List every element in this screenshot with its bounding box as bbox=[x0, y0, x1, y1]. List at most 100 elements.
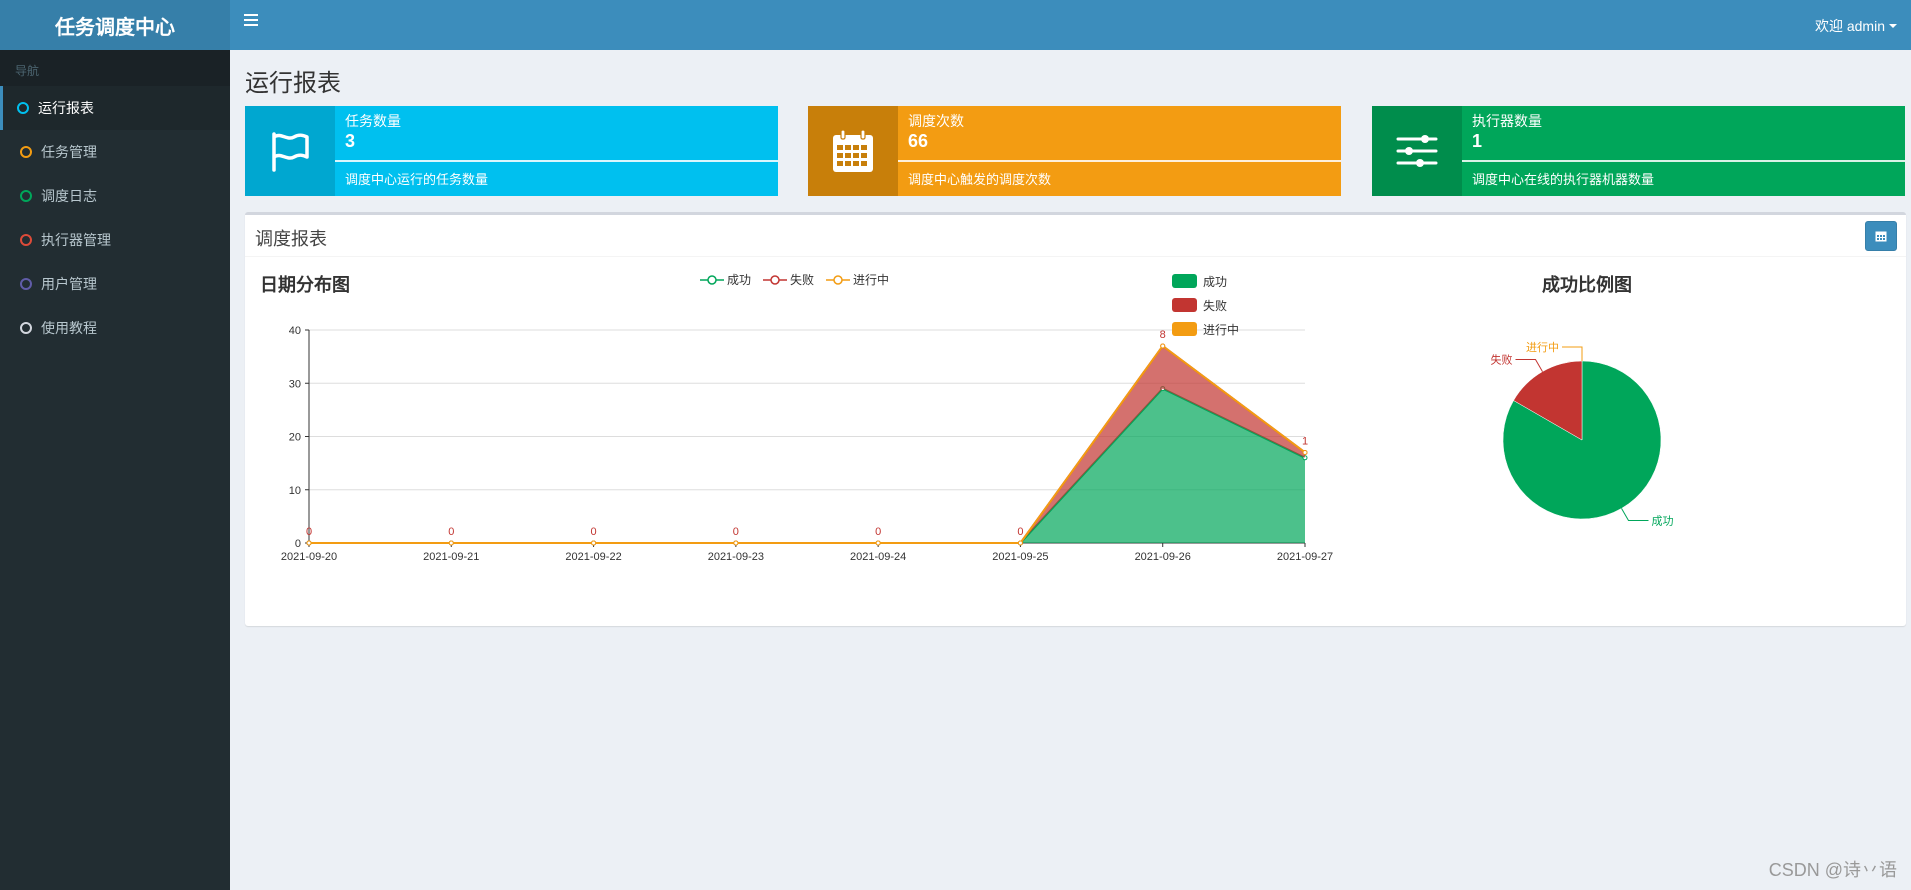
y-tick-label: 0 bbox=[295, 538, 301, 550]
circle-icon bbox=[20, 190, 32, 202]
data-label: 0 bbox=[306, 526, 312, 538]
calendar-icon bbox=[833, 129, 873, 172]
watermark: CSDN @诗丷语 bbox=[1768, 860, 1897, 880]
legend-item[interactable]: 进行中 bbox=[1172, 317, 1239, 341]
pie-chart-title: 成功比例图 bbox=[1542, 275, 1632, 295]
legend-item[interactable]: 成功 bbox=[1172, 269, 1239, 293]
legend-label: 失败 bbox=[1203, 298, 1228, 313]
data-label: 0 bbox=[733, 526, 739, 538]
pie-chart: 成功 失败进行中 bbox=[1491, 341, 1674, 528]
data-point bbox=[1160, 343, 1166, 349]
date-filter-button[interactable] bbox=[1865, 221, 1897, 251]
x-tick-label: 2021-09-27 bbox=[1277, 551, 1333, 563]
stat-value: 66 bbox=[908, 131, 929, 151]
legend-swatch bbox=[1172, 298, 1197, 312]
data-point bbox=[733, 540, 739, 546]
stat-label: 任务数量 bbox=[345, 113, 401, 129]
pie-chart-legend: 成功 失败 进行中 bbox=[1172, 269, 1239, 341]
stat-divider bbox=[335, 160, 778, 162]
pie-label-line bbox=[1562, 346, 1583, 361]
circle-icon bbox=[20, 234, 32, 246]
data-point bbox=[306, 540, 312, 546]
stat-icon-box bbox=[245, 106, 335, 196]
pie-label-line bbox=[1621, 508, 1649, 522]
menu-toggle-icon[interactable] bbox=[244, 14, 258, 26]
stat-card-triggers: 调度次数 66 调度中心触发的调度次数 bbox=[808, 106, 1341, 196]
app-title[interactable]: 任务调度中心 bbox=[0, 0, 230, 50]
series-area-0 bbox=[309, 388, 1305, 543]
stat-icon-box bbox=[808, 106, 898, 196]
pie-label: 进行中 bbox=[1526, 341, 1559, 354]
data-point bbox=[1302, 449, 1308, 455]
x-tick-label: 2021-09-22 bbox=[565, 551, 621, 563]
sidebar: 导航 运行报表任务管理调度日志执行器管理用户管理使用教程 bbox=[0, 50, 230, 890]
sidebar-item-label: 运行报表 bbox=[38, 100, 94, 116]
stat-value: 1 bbox=[1472, 131, 1483, 151]
legend-marker-icon bbox=[763, 274, 788, 285]
y-tick-label: 40 bbox=[289, 325, 301, 337]
legend-item[interactable]: 失败 bbox=[1172, 293, 1239, 317]
stat-divider bbox=[898, 160, 1341, 162]
data-label: 0 bbox=[875, 526, 881, 538]
stat-icon-box bbox=[1372, 106, 1462, 196]
sidebar-item[interactable]: 执行器管理 bbox=[0, 218, 230, 262]
x-tick-label: 2021-09-21 bbox=[423, 551, 479, 563]
sidebar-item-label: 用户管理 bbox=[41, 276, 97, 292]
sidebar-item-label: 使用教程 bbox=[41, 320, 97, 336]
sidebar-item-label: 执行器管理 bbox=[41, 232, 111, 248]
sidebar-item[interactable]: 调度日志 bbox=[0, 174, 230, 218]
data-label: 8 bbox=[1160, 329, 1166, 341]
sidebar-item-label: 任务管理 bbox=[41, 144, 97, 160]
top-navbar: 欢迎 admin bbox=[230, 0, 1911, 50]
data-label: 0 bbox=[448, 526, 454, 538]
x-tick-label: 2021-09-26 bbox=[1135, 551, 1191, 563]
pie-label: 失败 bbox=[1491, 352, 1513, 366]
stat-card-tasks: 任务数量 3 调度中心运行的任务数量 bbox=[245, 106, 778, 196]
stat-card-executors: 执行器数量 1 调度中心在线的执行器机器数量 bbox=[1372, 106, 1905, 196]
page-title: 运行报表 bbox=[245, 70, 341, 97]
data-point bbox=[448, 540, 454, 546]
y-tick-label: 10 bbox=[289, 485, 301, 497]
stat-description: 调度中心在线的执行器机器数量 bbox=[1472, 172, 1655, 187]
stat-label: 调度次数 bbox=[908, 113, 964, 129]
panel-header: 调度报表 bbox=[245, 215, 1906, 257]
legend-swatch bbox=[1172, 322, 1197, 336]
legend-label: 成功 bbox=[1203, 274, 1228, 289]
sidebar-item[interactable]: 运行报表 bbox=[0, 86, 230, 130]
sidebar-item[interactable]: 使用教程 bbox=[0, 306, 230, 350]
user-menu[interactable]: 欢迎 admin bbox=[1815, 16, 1897, 36]
data-point bbox=[591, 540, 597, 546]
data-point bbox=[1017, 540, 1023, 546]
y-tick-label: 20 bbox=[289, 432, 301, 444]
pie-label-line bbox=[1515, 358, 1543, 372]
sidebar-item[interactable]: 任务管理 bbox=[0, 130, 230, 174]
stat-label: 执行器数量 bbox=[1472, 113, 1542, 129]
sidebar-item[interactable]: 用户管理 bbox=[0, 262, 230, 306]
nav-header: 导航 bbox=[0, 50, 230, 86]
x-tick-label: 2021-09-20 bbox=[281, 551, 337, 563]
stat-value: 3 bbox=[345, 131, 356, 151]
legend-marker-icon bbox=[700, 274, 724, 285]
x-tick-label: 2021-09-23 bbox=[708, 551, 764, 563]
caret-down-icon bbox=[1889, 24, 1897, 28]
report-panel: 调度报表 日期分布图 成功 失败 进行中 0 10 20 30 40 2021-09-20 20… bbox=[245, 212, 1906, 626]
circle-icon bbox=[20, 146, 32, 158]
legend-marker-icon bbox=[826, 274, 851, 285]
data-label: 0 bbox=[1017, 526, 1023, 538]
data-label: 0 bbox=[591, 526, 597, 538]
flag-icon bbox=[272, 132, 309, 172]
welcome-text: 欢迎 admin bbox=[1814, 18, 1885, 34]
data-point bbox=[875, 540, 881, 546]
legend-label: 进行中 bbox=[1203, 322, 1240, 337]
pie-label: 成功 bbox=[1652, 515, 1674, 528]
legend-swatch bbox=[1172, 274, 1197, 288]
x-tick-label: 2021-09-25 bbox=[992, 551, 1048, 563]
sidebar-item-label: 调度日志 bbox=[41, 188, 97, 204]
stat-divider bbox=[1462, 160, 1905, 162]
circle-icon bbox=[20, 278, 32, 290]
calendar-icon bbox=[1875, 231, 1887, 242]
stat-description: 调度中心触发的调度次数 bbox=[908, 172, 1052, 187]
data-label: 1 bbox=[1302, 435, 1308, 447]
x-tick-label: 2021-09-24 bbox=[850, 551, 906, 563]
sliders-icon bbox=[1396, 135, 1438, 167]
